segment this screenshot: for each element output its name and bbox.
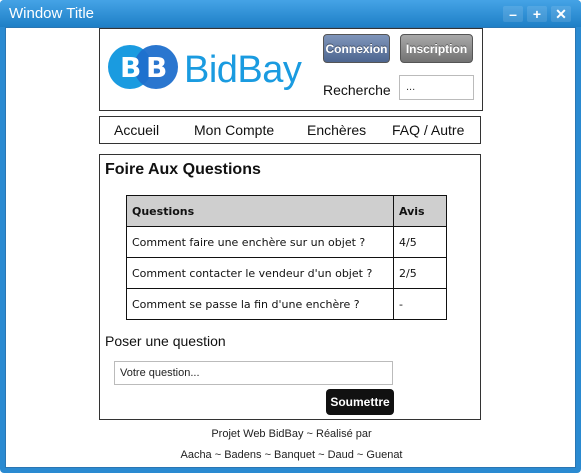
- bidbay-logo[interactable]: B B BidBay: [106, 41, 316, 93]
- search-input[interactable]: ...: [399, 75, 474, 100]
- nav-item-faq[interactable]: FAQ / Autre: [392, 122, 464, 138]
- faq-panel: Foire Aux Questions Questions Avis Comme…: [99, 154, 481, 420]
- question-cell[interactable]: Comment faire une enchère sur un objet ?: [126, 226, 394, 258]
- table-row[interactable]: Comment contacter le vendeur d'un objet …: [126, 257, 447, 289]
- login-button[interactable]: Connexion: [323, 34, 390, 63]
- question-cell[interactable]: Comment contacter le vendeur d'un objet …: [126, 257, 394, 289]
- ask-question-label: Poser une question: [105, 333, 226, 349]
- svg-text:B: B: [146, 51, 167, 84]
- signup-button[interactable]: Inscription: [400, 34, 473, 63]
- nav-item-accueil[interactable]: Accueil: [114, 122, 159, 138]
- question-input[interactable]: Votre question...: [114, 361, 393, 385]
- rating-cell: 2/5: [393, 257, 447, 289]
- table-row[interactable]: Comment faire une enchère sur un objet ?…: [126, 226, 447, 258]
- page-title: Foire Aux Questions: [105, 161, 261, 178]
- footer-authors: Aacha ~ Badens ~ Banquet ~ Daud ~ Guenat: [180, 449, 403, 461]
- close-icon[interactable]: ✕: [551, 6, 571, 22]
- rating-cell: 4/5: [393, 226, 447, 258]
- column-header-questions: Questions: [126, 195, 394, 227]
- logo-wordmark: BidBay: [184, 49, 302, 91]
- window-title: Window Title: [9, 5, 95, 22]
- app-window: Window Title – + ✕ B B BidBay Connexion …: [0, 0, 581, 473]
- window-content: B B BidBay Connexion Inscription Recherc…: [5, 27, 576, 468]
- search-label: Recherche: [323, 82, 391, 98]
- table-row[interactable]: Comment se passe la fin d'une enchère ? …: [126, 288, 447, 320]
- footer-credits: Projet Web BidBay ~ Réalisé par: [211, 428, 372, 440]
- main-nav: Accueil Mon Compte Enchères FAQ / Autre: [99, 116, 481, 144]
- site-footer: Projet Web BidBay ~ Réalisé par Aacha ~ …: [100, 424, 483, 466]
- svg-text:B: B: [120, 51, 141, 84]
- maximize-icon[interactable]: +: [527, 6, 547, 22]
- rating-cell: -: [393, 288, 447, 320]
- table-header-row: Questions Avis: [126, 195, 447, 227]
- minimize-icon[interactable]: –: [503, 6, 523, 22]
- site-header: B B BidBay Connexion Inscription Recherc…: [99, 28, 483, 111]
- faq-table: Questions Avis Comment faire une enchère…: [126, 195, 447, 320]
- column-header-avis: Avis: [393, 195, 447, 227]
- bb-logo-icon: B B: [108, 45, 178, 89]
- nav-item-encheres[interactable]: Enchères: [307, 122, 366, 138]
- question-cell[interactable]: Comment se passe la fin d'une enchère ?: [126, 288, 394, 320]
- nav-item-mon-compte[interactable]: Mon Compte: [194, 122, 274, 138]
- title-bar[interactable]: Window Title – + ✕: [0, 0, 581, 27]
- submit-button[interactable]: Soumettre: [326, 389, 394, 415]
